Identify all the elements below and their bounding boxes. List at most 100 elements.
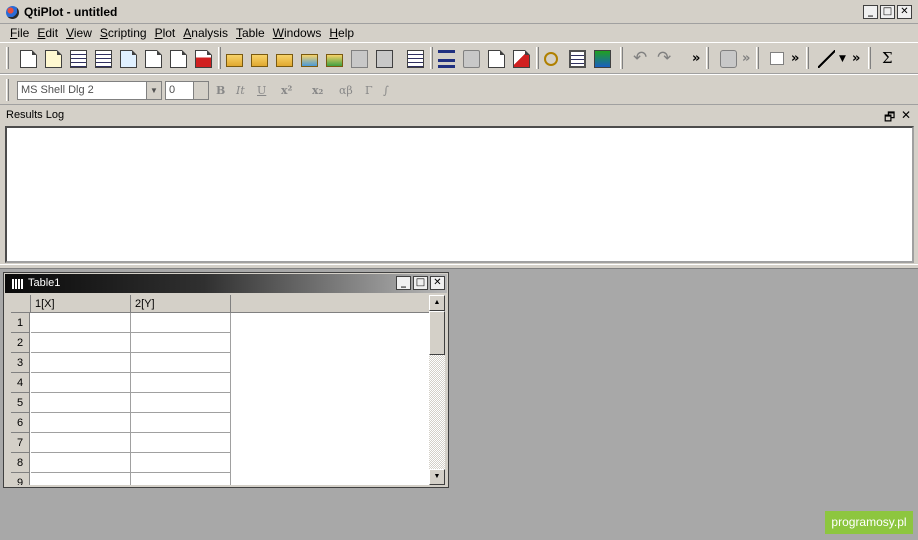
font-size-spinbox[interactable]: 0 bbox=[165, 81, 209, 100]
close-button[interactable]: ✕ bbox=[897, 5, 912, 19]
menu-view[interactable]: View bbox=[62, 24, 96, 42]
superscript-button[interactable]: x² bbox=[281, 84, 292, 97]
toolbar-grip[interactable] bbox=[806, 47, 809, 69]
run-script-icon[interactable] bbox=[720, 50, 737, 68]
column-header-y[interactable]: 2[Y] bbox=[131, 295, 231, 313]
scroll-up-icon[interactable]: ▲ bbox=[429, 295, 445, 311]
data-reader-icon[interactable] bbox=[544, 52, 558, 66]
import-image-icon[interactable] bbox=[276, 54, 293, 67]
table1-window[interactable]: Table1 _ □ ✕ 1[X] 2[Y] 1 2 3 4 5 6 7 8 9… bbox=[3, 272, 449, 488]
redo-icon[interactable]: ↷ bbox=[657, 49, 674, 68]
save-icon[interactable] bbox=[351, 50, 368, 68]
append-project-icon[interactable] bbox=[326, 54, 343, 67]
print-preview-icon[interactable] bbox=[488, 50, 505, 68]
table-cell[interactable] bbox=[31, 393, 131, 413]
new-3d-plot-icon[interactable] bbox=[195, 50, 212, 68]
table-cell[interactable] bbox=[131, 473, 231, 485]
new-function-icon[interactable] bbox=[170, 50, 187, 68]
row-header[interactable]: 6 bbox=[11, 413, 30, 433]
menu-analysis[interactable]: Analysis bbox=[179, 24, 232, 42]
export-odf-icon[interactable] bbox=[301, 54, 318, 67]
toolbar-overflow-chevron[interactable]: » bbox=[791, 51, 799, 66]
draw-line-icon[interactable] bbox=[818, 50, 835, 68]
new-project-icon[interactable] bbox=[20, 50, 37, 68]
toolbar-grip[interactable] bbox=[868, 47, 871, 69]
table1-maximize-button[interactable]: □ bbox=[413, 276, 428, 290]
toolbar-grip[interactable] bbox=[620, 47, 623, 69]
subscript-button[interactable]: x₂ bbox=[312, 84, 323, 97]
table-cell[interactable] bbox=[131, 313, 231, 333]
open-icon[interactable] bbox=[45, 50, 62, 68]
chevron-down-icon[interactable]: ▼ bbox=[146, 82, 161, 99]
layers-icon[interactable] bbox=[438, 50, 455, 68]
table-cell[interactable] bbox=[31, 453, 131, 473]
menu-help[interactable]: Help bbox=[325, 24, 358, 42]
toolbar-overflow-chevron[interactable]: » bbox=[692, 51, 700, 66]
menu-windows[interactable]: Windows bbox=[269, 24, 326, 42]
menu-plot[interactable]: Plot bbox=[151, 24, 180, 42]
new-table-icon[interactable] bbox=[70, 50, 87, 68]
font-family-combo[interactable]: MS Shell Dlg 2 ▼ bbox=[17, 81, 162, 100]
table-cell[interactable] bbox=[131, 393, 231, 413]
new-note-icon[interactable] bbox=[120, 50, 137, 68]
row-header[interactable]: 2 bbox=[11, 333, 30, 353]
table-cell[interactable] bbox=[131, 433, 231, 453]
toolbar-grip[interactable] bbox=[706, 47, 709, 69]
undo-icon[interactable]: ↶ bbox=[633, 49, 650, 68]
table-cell[interactable] bbox=[131, 413, 231, 433]
menu-edit[interactable]: Edit bbox=[33, 24, 62, 42]
new-graph-icon[interactable] bbox=[145, 50, 162, 68]
row-header[interactable]: 5 bbox=[11, 393, 30, 413]
save-as-icon[interactable] bbox=[376, 50, 393, 68]
close-dock-icon[interactable]: ✕ bbox=[901, 108, 911, 122]
row-header[interactable]: 3 bbox=[11, 353, 30, 373]
row-header[interactable]: 7 bbox=[11, 433, 30, 453]
minimize-button[interactable]: _ bbox=[863, 5, 878, 19]
table1-title-bar[interactable]: Table1 _ □ ✕ bbox=[5, 274, 447, 293]
maximize-button[interactable]: □ bbox=[880, 5, 895, 19]
table-cell[interactable] bbox=[31, 433, 131, 453]
add-column-icon[interactable] bbox=[407, 50, 424, 68]
table-cell[interactable] bbox=[31, 373, 131, 393]
new-matrix-icon[interactable] bbox=[95, 50, 112, 68]
bold-button[interactable]: B bbox=[216, 84, 225, 97]
chevron-down-icon[interactable]: ▼ bbox=[839, 54, 846, 64]
scroll-thumb[interactable] bbox=[429, 311, 445, 355]
corner-header[interactable] bbox=[11, 295, 31, 313]
toolbar-overflow-chevron[interactable]: » bbox=[742, 51, 750, 66]
results-log-icon[interactable] bbox=[594, 50, 611, 68]
greek-button[interactable]: αβ bbox=[339, 84, 353, 97]
scroll-down-icon[interactable]: ▼ bbox=[429, 469, 445, 485]
menu-scripting[interactable]: Scripting bbox=[96, 24, 151, 42]
underline-button[interactable]: U bbox=[257, 84, 266, 97]
table-cell[interactable] bbox=[31, 333, 131, 353]
menu-file[interactable]: File bbox=[6, 24, 33, 42]
table-cell[interactable] bbox=[31, 353, 131, 373]
toolbar-grip[interactable] bbox=[756, 47, 759, 69]
menu-table[interactable]: Table bbox=[232, 24, 269, 42]
import-ascii-icon[interactable] bbox=[251, 54, 268, 67]
table-view-icon[interactable] bbox=[569, 50, 586, 68]
column-header-x[interactable]: 1[X] bbox=[31, 295, 131, 313]
open-project-icon[interactable] bbox=[226, 54, 243, 67]
row-header[interactable]: 8 bbox=[11, 453, 30, 473]
table-cell[interactable] bbox=[31, 313, 131, 333]
table-cell[interactable] bbox=[31, 413, 131, 433]
table-cell[interactable] bbox=[131, 453, 231, 473]
row-header[interactable]: 9 bbox=[11, 473, 30, 485]
table1-minimize-button[interactable]: _ bbox=[396, 276, 411, 290]
integral-button[interactable]: ∫ bbox=[383, 84, 389, 97]
results-log-panel[interactable] bbox=[5, 126, 914, 263]
table-cell[interactable] bbox=[131, 353, 231, 373]
toolbar-grip[interactable] bbox=[6, 79, 9, 101]
italic-button[interactable]: It bbox=[236, 84, 245, 97]
toolbar-overflow-chevron[interactable]: » bbox=[852, 51, 860, 66]
export-pdf-icon[interactable] bbox=[513, 50, 530, 68]
sigma-icon[interactable]: Σ bbox=[882, 49, 893, 67]
print-icon[interactable] bbox=[463, 50, 480, 68]
row-header[interactable]: 4 bbox=[11, 373, 30, 393]
table1-close-button[interactable]: ✕ bbox=[430, 276, 445, 290]
spin-arrows-icon[interactable] bbox=[193, 82, 208, 99]
gamma-button[interactable]: Γ bbox=[365, 84, 373, 97]
add-text-icon[interactable] bbox=[770, 52, 784, 65]
